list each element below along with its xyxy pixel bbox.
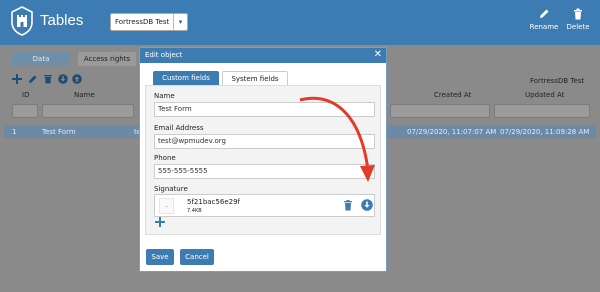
row-name: Test Form (42, 128, 76, 136)
database-name: FortressDB Test (530, 77, 585, 85)
edit-object-dialog: Edit object ✕ Custom fields System field… (139, 47, 387, 272)
cancel-button[interactable]: Cancel (180, 249, 214, 265)
trash-icon (574, 8, 582, 20)
rename-label: Rename (529, 23, 559, 31)
signature-file: ~ 5f21bac56e29f 7.4KB (154, 194, 375, 217)
trash-icon[interactable] (343, 200, 353, 211)
row-id: 1 (12, 128, 17, 136)
save-button[interactable]: Save (146, 249, 174, 265)
trash-icon[interactable] (43, 74, 53, 84)
column-id[interactable]: ID (22, 91, 29, 99)
edit-icon[interactable] (28, 74, 38, 84)
name-label: Name (154, 92, 175, 100)
download-icon[interactable] (361, 199, 373, 211)
file-size: 7.4KB (187, 208, 202, 214)
tab-custom-fields[interactable]: Custom fields (153, 71, 219, 85)
row-updated-at: 07/29/2020, 11:09:28 AM (500, 128, 590, 136)
email-label: Email Address (154, 124, 204, 132)
column-created-at[interactable]: Created At (434, 91, 471, 99)
phone-label: Phone (154, 154, 176, 162)
tab-access-rights[interactable]: Access rights (78, 52, 136, 66)
row-created-at: 07/29/2020, 11:07:07 AM (407, 128, 497, 136)
add-file-icon[interactable] (155, 217, 165, 227)
table-select[interactable]: FortressDB Test ▾ (110, 13, 188, 31)
updated-filter-input[interactable] (494, 104, 590, 118)
pencil-icon (540, 9, 549, 18)
delete-table-button[interactable]: Delete (558, 8, 598, 31)
top-bar: Tables FortressDB Test ▾ Rename Delete (0, 0, 600, 45)
file-thumbnail: ~ (159, 198, 174, 214)
upload-icon[interactable] (72, 74, 82, 84)
column-name[interactable]: Name (74, 91, 95, 99)
custom-fields-panel: Name Test Form Email Address test@wpmude… (145, 85, 381, 235)
delete-label: Delete (566, 23, 590, 31)
name-field[interactable]: Test Form (154, 102, 375, 117)
phone-field[interactable]: 555-555-5555 (154, 164, 375, 179)
castle-logo-icon (11, 6, 33, 36)
email-field[interactable]: test@wpmudev.org (154, 134, 375, 149)
signature-label: Signature (154, 185, 188, 193)
file-name: 5f21bac56e29f (187, 198, 240, 206)
dialog-title: Edit object (140, 48, 386, 63)
close-icon[interactable]: ✕ (374, 49, 382, 61)
column-updated-at[interactable]: Updated At (525, 91, 564, 99)
app-title: Tables (40, 12, 84, 29)
name-filter-input[interactable] (42, 104, 134, 118)
table-select-value: FortressDB Test (115, 18, 170, 26)
created-filter-input[interactable] (390, 104, 490, 118)
tab-system-fields[interactable]: System fields (222, 71, 288, 85)
tab-data[interactable]: Data (12, 52, 70, 66)
id-filter-input[interactable] (12, 104, 38, 118)
download-icon[interactable] (58, 74, 68, 84)
add-icon[interactable] (12, 74, 22, 84)
chevron-down-icon: ▾ (173, 14, 187, 30)
